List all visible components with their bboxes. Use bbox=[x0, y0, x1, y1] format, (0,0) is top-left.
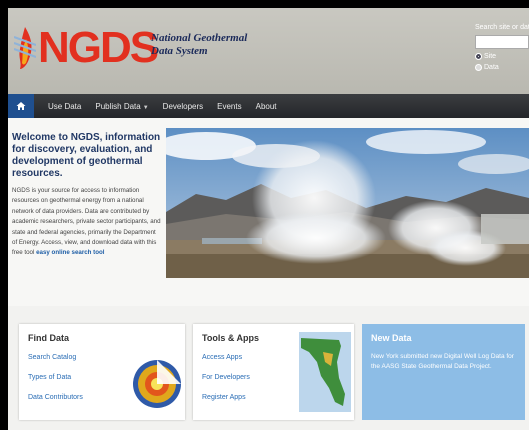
for-developers-link[interactable]: For Developers bbox=[202, 374, 250, 381]
new-data-card: New Data New York submitted new Digital … bbox=[362, 324, 525, 420]
radio-site-option[interactable]: Site bbox=[475, 53, 529, 60]
tagline-line-2: Data System bbox=[151, 45, 208, 57]
welcome-body: NGDS is your source for access to inform… bbox=[12, 186, 162, 259]
tools-apps-card: Tools & Apps Access Apps For Developers … bbox=[193, 324, 354, 420]
earth-core-icon bbox=[133, 360, 181, 408]
screenshot-frame: NGDS National Geothermal Data System Sea… bbox=[0, 0, 529, 430]
search-area: Search site or data Site Data bbox=[475, 24, 529, 71]
page: NGDS National Geothermal Data System Sea… bbox=[8, 8, 529, 430]
home-button[interactable] bbox=[8, 94, 34, 118]
site-logo[interactable]: NGDS bbox=[13, 22, 159, 74]
welcome-section: Welcome to NGDS, information for discove… bbox=[12, 132, 162, 259]
search-catalog-link[interactable]: Search Catalog bbox=[28, 354, 76, 361]
nav-events[interactable]: Events bbox=[217, 102, 241, 111]
radio-button-selected[interactable] bbox=[475, 53, 482, 60]
flame-logo-icon bbox=[13, 25, 37, 71]
chevron-down-icon: ▼ bbox=[142, 104, 149, 111]
types-of-data-link[interactable]: Types of Data bbox=[28, 374, 71, 381]
search-label: Search site or data bbox=[475, 24, 529, 31]
tagline-line-1: National Geothermal bbox=[151, 32, 248, 44]
radio-site-label: Site bbox=[484, 53, 497, 60]
site-tagline: National Geothermal Data System bbox=[151, 32, 247, 58]
home-icon bbox=[16, 102, 26, 110]
search-input[interactable] bbox=[475, 35, 529, 49]
hero-geyser-image bbox=[166, 128, 529, 278]
register-apps-link[interactable]: Register Apps bbox=[202, 394, 246, 401]
radio-button[interactable] bbox=[475, 64, 482, 71]
florida-map-icon bbox=[299, 332, 351, 412]
nav-use-data[interactable]: Use Data bbox=[48, 102, 81, 111]
new-data-title: New Data bbox=[371, 333, 412, 343]
tools-apps-title: Tools & Apps bbox=[202, 333, 259, 343]
search-tool-link[interactable]: easy online search tool bbox=[36, 249, 104, 256]
logo-wordmark: NGDS bbox=[38, 23, 159, 72]
access-apps-link[interactable]: Access Apps bbox=[202, 354, 242, 361]
welcome-title: Welcome to NGDS, information for discove… bbox=[12, 132, 161, 179]
data-contributors-link[interactable]: Data Contributors bbox=[28, 394, 83, 401]
radio-data-option[interactable]: Data bbox=[475, 64, 529, 71]
welcome-body-text: NGDS is your source for access to inform… bbox=[12, 187, 161, 257]
nav-about[interactable]: About bbox=[256, 102, 277, 111]
find-data-card: Find Data Search Catalog Types of Data D… bbox=[19, 324, 185, 420]
nav-publish-data[interactable]: Publish Data ▼ bbox=[95, 102, 148, 111]
main-nav: Use Data Publish Data ▼ Developers Events… bbox=[8, 94, 529, 118]
radio-data-label: Data bbox=[484, 64, 499, 71]
site-header: NGDS National Geothermal Data System Sea… bbox=[8, 8, 529, 94]
new-data-text: New York submitted new Digital Well Log … bbox=[371, 353, 514, 370]
nav-developers[interactable]: Developers bbox=[163, 102, 203, 111]
find-data-title: Find Data bbox=[28, 333, 70, 343]
nav-publish-data-label: Publish Data bbox=[95, 101, 141, 111]
